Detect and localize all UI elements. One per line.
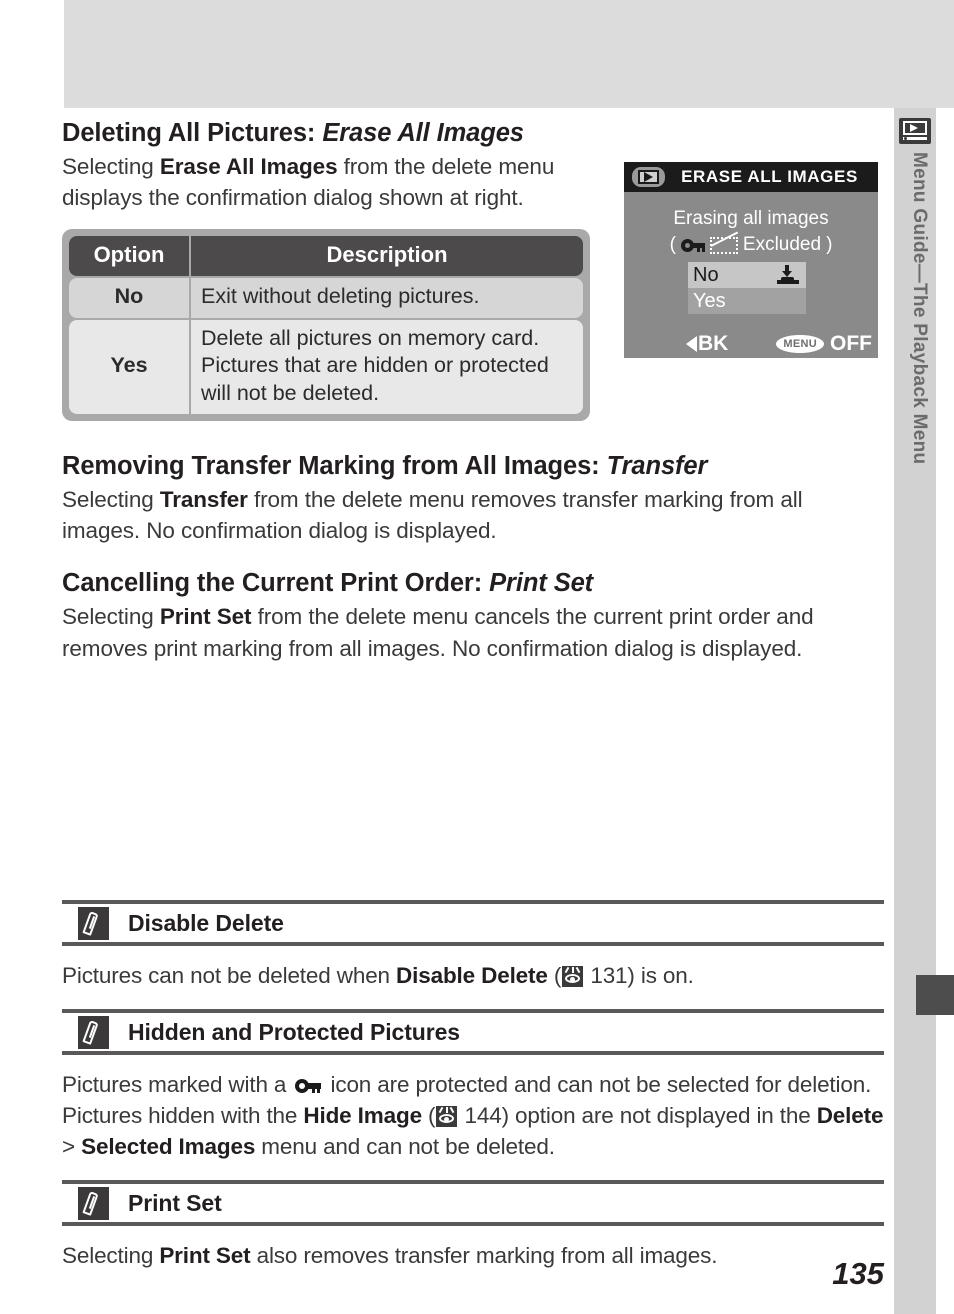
body-bold: Selected Images (81, 1134, 256, 1160)
body-text: menu and can not be deleted. (255, 1134, 555, 1160)
heading-text: Removing Transfer Marking from All Image… (62, 452, 607, 481)
protect-key-icon (295, 1079, 322, 1094)
body-bold: Hide Image (303, 1103, 422, 1129)
table-header-row: Option Description (69, 236, 583, 277)
page-number: 135 (832, 1256, 884, 1291)
lcd-title-bar: ERASE ALL IMAGES (624, 162, 878, 192)
page-reference-icon (562, 966, 584, 987)
heading-text: Deleting All Pictures: (62, 119, 323, 147)
cell-option-yes: Yes (69, 319, 189, 415)
body-bold: Delete (816, 1103, 884, 1129)
table-row: No Exit without deleting pictures. (69, 278, 583, 318)
body-text: Pictures can not be deleted when (62, 963, 397, 988)
note-title: Disable Delete (128, 909, 284, 936)
table-row: Yes Delete all pictures on memory card. … (69, 319, 583, 415)
left-arrow-icon (686, 336, 697, 352)
pencil-icon (78, 1186, 109, 1220)
note-body-print-set: Selecting Print Set also removes transfe… (62, 1240, 884, 1271)
lcd-option-no-label: No (693, 263, 719, 286)
body-text: also removes transfer marking from all i… (250, 1243, 718, 1269)
note-heading-disable-delete: Disable Delete (62, 900, 884, 946)
playback-icon (632, 167, 665, 187)
option-table: Option Description No Exit without delet… (67, 234, 585, 416)
lcd-back-control[interactable]: BK (686, 332, 728, 356)
body-bold: Print Set (159, 1243, 251, 1269)
body-text: Pictures marked with a (62, 1072, 293, 1098)
heading-text: Cancelling the Current Print Order: (62, 569, 490, 598)
excluded-label: Excluded (742, 234, 822, 255)
pencil-icon (78, 1015, 109, 1049)
section-body-print-set: Selecting Print Set from the delete menu… (62, 601, 884, 663)
heading-italic: Transfer (606, 452, 708, 481)
menu-button-badge: MENU (776, 335, 824, 353)
body-text: ) option are not displayed in the (501, 1103, 817, 1129)
section-heading-transfer: Removing Transfer Marking from All Image… (62, 451, 884, 481)
paren-open: ( (669, 234, 676, 255)
option-table-frame: Option Description No Exit without delet… (62, 229, 590, 422)
body-text: Selecting (62, 487, 160, 513)
page-reference-number: 144 (464, 1103, 502, 1129)
lcd-option-yes-label: Yes (693, 289, 726, 312)
body-bold: Transfer (159, 487, 248, 513)
playback-icon (899, 118, 931, 144)
body-bold: Erase All Images (159, 154, 338, 180)
lcd-body: Erasing all images ( Excluded ) No Yes (624, 192, 878, 330)
section-heading-erase-all: Deleting All Pictures: Erase All Images (62, 118, 884, 148)
lcd-menu-control[interactable]: MENU OFF (776, 332, 872, 356)
lcd-menu-state: OFF (830, 332, 872, 355)
note-title: Hidden and Protected Pictures (128, 1018, 460, 1045)
protect-key-icon (680, 238, 705, 252)
body-text: ( (547, 963, 562, 988)
body-text: ) is on. (627, 963, 694, 988)
lcd-option-yes[interactable]: Yes (688, 288, 806, 314)
notes-area: Disable Delete Pictures can not be delet… (62, 900, 884, 1289)
cell-description-yes: Delete all pictures on memory card. Pict… (191, 319, 583, 415)
sidebar-chapter-tab: Menu Guide—The Playback Menu (894, 108, 936, 1314)
body-text: Selecting (62, 604, 160, 630)
page-header-band (64, 0, 954, 108)
body-bold: Disable Delete (396, 963, 548, 988)
note-heading-hidden-protected: Hidden and Protected Pictures (62, 1009, 884, 1056)
heading-italic: Erase All Images (322, 119, 524, 147)
camera-lcd-screenshot: ERASE ALL IMAGES Erasing all images ( Ex… (622, 160, 880, 360)
note-body-disable-delete: Pictures can not be deleted when Disable… (62, 960, 884, 991)
lcd-footer: BK MENU OFF (624, 330, 878, 358)
column-header-description: Description (191, 236, 583, 277)
note-heading-print-set: Print Set (62, 1180, 884, 1227)
lcd-title-text: ERASE ALL IMAGES (681, 167, 858, 186)
sidebar-thumb-marker (916, 975, 954, 1015)
lcd-option-no[interactable]: No (688, 262, 806, 288)
press-shutter-icon (777, 265, 799, 285)
paren-close: ) (826, 234, 833, 255)
section-body-transfer: Selecting Transfer from the delete menu … (62, 484, 884, 546)
body-bold: Print Set (159, 604, 252, 630)
note-body-hidden-protected: Pictures marked with a icon are protecte… (62, 1069, 884, 1162)
section-body-erase-all: Selecting Erase All Images from the dele… (62, 151, 602, 213)
body-text: > (62, 1134, 82, 1160)
body-text: ( (421, 1103, 436, 1129)
page-reference-icon (436, 1106, 458, 1128)
hidden-image-icon (709, 236, 738, 254)
lcd-message-line2: ( Excluded ) (624, 234, 878, 256)
cell-description-no: Exit without deleting pictures. (191, 278, 583, 318)
page-reference-number: 131 (590, 963, 628, 988)
lcd-choice-list: No Yes (688, 262, 806, 314)
cell-option-no: No (69, 278, 189, 318)
note-title: Print Set (128, 1189, 222, 1216)
section-heading-print-set: Cancelling the Current Print Order: Prin… (62, 568, 884, 598)
lcd-back-label: BK (698, 332, 729, 355)
lcd-message-line1: Erasing all images (673, 208, 829, 229)
column-header-option: Option (69, 236, 189, 277)
body-text: Selecting (62, 154, 160, 180)
heading-italic: Print Set (489, 569, 594, 598)
sidebar-chapter-label: Menu Guide—The Playback Menu (909, 152, 930, 465)
pencil-icon (78, 906, 109, 940)
body-text: Selecting (62, 1243, 160, 1269)
